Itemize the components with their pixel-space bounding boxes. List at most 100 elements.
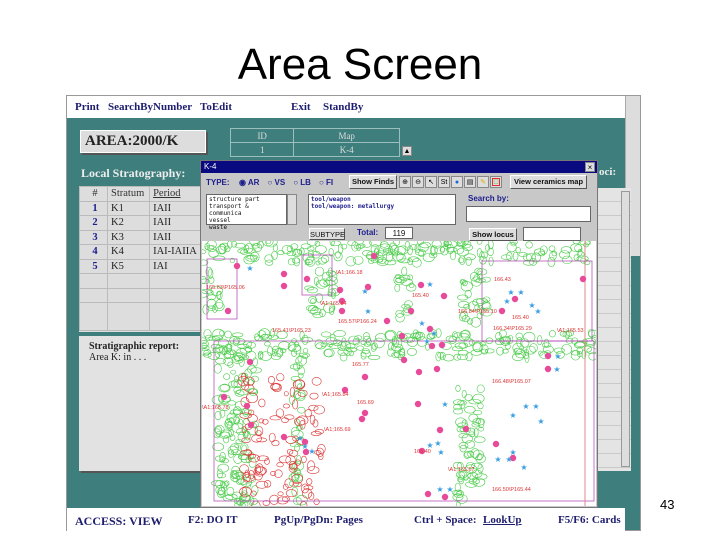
menu-print[interactable]: Print <box>75 101 99 113</box>
view-ceramics-map-button[interactable]: View ceramics map <box>510 175 587 189</box>
list-item[interactable]: tool/weapon: metallurgy <box>311 203 453 210</box>
stone <box>202 289 208 299</box>
pointer-icon[interactable]: ↖ <box>425 176 437 188</box>
area-value: 2000/K <box>132 133 179 149</box>
stone <box>515 247 521 253</box>
stone <box>484 348 495 354</box>
stone <box>548 245 556 252</box>
stone-red <box>288 449 299 457</box>
col-id: ID <box>229 128 295 143</box>
table-row[interactable]: 3 K3 IAII <box>79 229 204 245</box>
category-scrollbar[interactable] <box>287 194 297 225</box>
cell: K-4 <box>293 142 400 157</box>
stone <box>473 436 486 443</box>
table-row[interactable]: 5 K5 IAI <box>79 258 204 274</box>
frame-icon[interactable]: □ <box>490 176 502 188</box>
stone <box>264 341 271 347</box>
category-list[interactable]: structure part transport & communica ves… <box>206 194 287 231</box>
list-item[interactable]: tool/weapon <box>311 196 453 203</box>
find-marker <box>280 433 288 441</box>
subtype-button[interactable]: SUBTYPE <box>309 228 345 240</box>
stone <box>476 241 483 245</box>
stone <box>337 348 349 356</box>
stone <box>455 417 467 427</box>
stone-red <box>306 478 313 485</box>
stone <box>451 489 463 496</box>
lookup-link[interactable]: LookUp <box>483 514 522 526</box>
stratum-icon[interactable]: St <box>438 176 450 188</box>
subtype-list[interactable]: tool/weapon tool/weapon: metallurgy <box>308 194 456 225</box>
find-marker <box>424 490 432 498</box>
stone <box>547 256 556 267</box>
stone <box>217 463 229 473</box>
site-map[interactable]: ★★★★★ ★★ ★★★★★★★★ ★ ★★★★★★★ ★★★ ★★★★ ★\A1;166.1… <box>202 241 596 506</box>
stone <box>225 493 238 500</box>
stone <box>214 426 223 435</box>
menu-to-edit[interactable]: ToEdit <box>200 101 232 113</box>
stone <box>367 354 381 360</box>
stone <box>333 329 346 338</box>
radio-vs[interactable]: ○ VS <box>267 178 285 187</box>
menu-exit[interactable]: Exit <box>291 101 311 113</box>
table-row[interactable]: 4 K4 IAI-IAIIA <box>79 244 204 260</box>
radio-lb[interactable]: ○ LB <box>293 178 311 187</box>
radio-label: VS <box>274 178 286 187</box>
find-marker <box>462 425 470 433</box>
stone-red <box>239 464 249 474</box>
star-marker: ★ <box>441 400 448 409</box>
list-item[interactable]: structure part <box>209 196 284 203</box>
star-marker: ★ <box>308 447 315 456</box>
menu-standby[interactable]: StandBy <box>323 101 363 113</box>
locus-input[interactable] <box>523 227 581 241</box>
menu-search-by-number[interactable]: SearchByNumber <box>108 101 192 113</box>
stratigraphic-report[interactable]: Stratigraphic report: Area K: in . . . <box>79 336 204 471</box>
table-row[interactable]: 2 K2 IAII <box>79 215 204 231</box>
star-marker: ★ <box>532 402 539 411</box>
close-icon[interactable]: × <box>585 162 595 172</box>
find-marker <box>361 373 369 381</box>
stone-red <box>313 405 325 415</box>
search-by-input[interactable] <box>466 206 591 222</box>
stone <box>472 393 485 404</box>
scroll-up-button[interactable]: ▲ <box>402 146 412 156</box>
cell: K5 <box>106 258 151 274</box>
show-finds-button[interactable]: Show Finds <box>349 175 397 189</box>
col-num: # <box>79 186 108 202</box>
star-marker: ★ <box>517 288 524 297</box>
stone <box>570 350 581 356</box>
stone-red <box>270 383 280 390</box>
stone <box>225 421 233 428</box>
print-icon[interactable]: ▤ <box>464 176 476 188</box>
stone <box>320 255 330 263</box>
map-label: 165.77 <box>352 362 369 368</box>
stone <box>464 440 476 449</box>
list-item[interactable]: transport & communica <box>209 203 284 217</box>
zoom-in-icon[interactable]: ⊕ <box>399 176 411 188</box>
stone <box>518 252 528 257</box>
show-locus-button[interactable]: Show locus <box>469 228 517 241</box>
map-label: 166.50\P165.44 <box>492 487 531 493</box>
radio-ar[interactable]: ◉ AR <box>239 178 259 187</box>
loci-scrollbar[interactable] <box>621 191 630 467</box>
pencil-icon[interactable]: ✎ <box>477 176 489 188</box>
find-marker <box>336 286 344 294</box>
table-row[interactable]: 1 K1 IAII <box>79 200 204 216</box>
col-period[interactable]: Period <box>149 186 204 202</box>
stone-red <box>264 458 270 465</box>
stone <box>333 251 343 262</box>
find-marker <box>440 292 448 300</box>
zoom-out-icon[interactable]: ⊖ <box>412 176 424 188</box>
stone <box>411 257 422 268</box>
list-item[interactable]: vessel <box>209 217 284 224</box>
cell: 2 <box>79 215 108 231</box>
total-label: Total: <box>357 228 379 237</box>
cell: IAII <box>149 215 204 231</box>
table-row[interactable]: 1 K-4 <box>229 142 400 157</box>
stone <box>384 259 397 266</box>
list-item[interactable]: waste <box>209 224 284 231</box>
find-marker <box>247 421 255 429</box>
find-marker <box>544 365 552 373</box>
globe-icon[interactable]: ● <box>451 176 463 188</box>
radio-fi[interactable]: ○ FI <box>319 178 333 187</box>
find-marker <box>492 440 500 448</box>
